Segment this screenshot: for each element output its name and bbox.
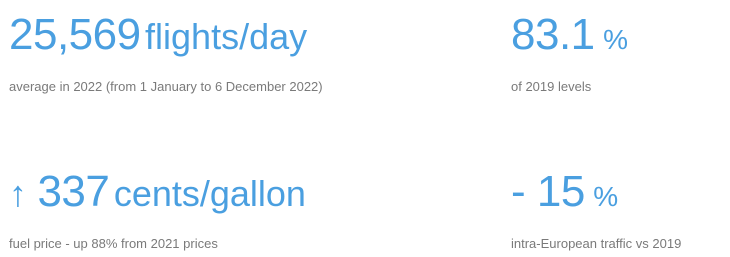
stat-unit: flights/day xyxy=(145,16,308,57)
stat-unit: cents/gallon xyxy=(113,173,306,214)
stat-value-line: 25,569 flights/day xyxy=(9,13,323,57)
stat-value: 337 xyxy=(37,167,110,216)
stat-flights-per-day: 25,569 flights/day average in 2022 (from… xyxy=(9,13,323,95)
arrow-up-icon: ↑ xyxy=(9,173,27,214)
stat-unit: % xyxy=(603,24,628,55)
stat-value: 25,569 xyxy=(9,10,141,59)
stat-percent-of-2019: 83.1 % of 2019 levels xyxy=(511,13,628,95)
stat-caption: of 2019 levels xyxy=(511,79,592,94)
stat-value-line: 83.1 % xyxy=(511,13,628,57)
stat-value-line: - 15 % xyxy=(511,170,681,214)
stat-value: 83.1 xyxy=(511,10,595,59)
stat-value-line: ↑ 337 cents/gallon xyxy=(9,170,306,214)
stat-value: - 15 xyxy=(511,167,585,216)
stat-caption: average in 2022 (from 1 January to 6 Dec… xyxy=(9,79,323,94)
stat-unit: % xyxy=(593,181,619,212)
stat-caption: intra-European traffic vs 2019 xyxy=(511,236,682,251)
stat-fuel-price: ↑ 337 cents/gallon fuel price - up 88% f… xyxy=(9,170,306,252)
stat-intra-european-traffic: - 15 % intra-European traffic vs 2019 xyxy=(511,170,682,252)
stat-caption: fuel price - up 88% from 2021 prices xyxy=(9,236,218,251)
